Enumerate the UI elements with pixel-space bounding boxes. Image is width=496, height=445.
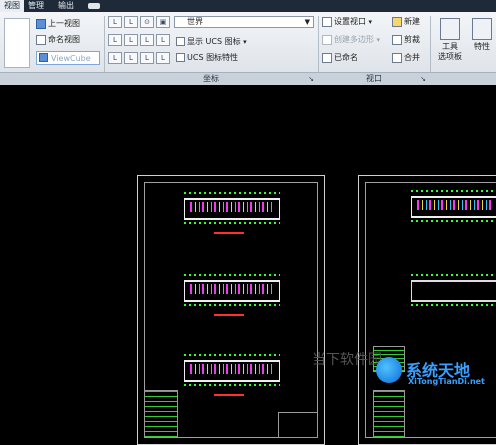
panel-title-view — [0, 72, 104, 85]
ucs-world-icon[interactable]: L — [156, 52, 170, 64]
ghost-watermark: 当下软件园 — [312, 352, 382, 368]
panel-title-viewport: 视口 ↘ — [318, 72, 430, 85]
view-preview — [4, 18, 30, 68]
viewcube-button[interactable]: ViewCube — [36, 51, 100, 65]
clip-button[interactable]: 剪裁 — [392, 34, 420, 45]
divider — [430, 16, 431, 72]
ucs-3p-icon[interactable]: L — [156, 34, 170, 46]
panel-launcher-icon[interactable]: ↘ — [308, 73, 314, 85]
ucs-prev-icon[interactable]: L — [140, 52, 154, 64]
layout-sheet-1[interactable] — [137, 175, 325, 445]
tab-output[interactable]: 输出 — [58, 0, 74, 12]
ucs-combo[interactable]: 世界 ▼ — [174, 16, 314, 28]
ucs-origin-icon[interactable]: ⊙ — [140, 16, 154, 28]
create-polygon-button[interactable]: 创建多边形 ▾ — [322, 34, 380, 46]
ucs-x-icon[interactable]: L — [124, 16, 138, 28]
new-icon — [392, 16, 402, 27]
tool-palette-button[interactable]: 工具 选项板 — [434, 18, 466, 62]
ucs-y-icon[interactable]: L — [124, 34, 138, 46]
ucs-face-icon[interactable]: L — [108, 34, 122, 46]
legend-table — [373, 390, 405, 438]
drawing-canvas[interactable]: 当下软件园 系统天地 XiTongTianDi.net — [0, 85, 496, 445]
ucs-named-icon[interactable]: ▣ — [156, 16, 170, 28]
layout-sheet-2[interactable] — [358, 175, 496, 445]
floor-plan-4 — [411, 190, 496, 234]
merge-icon — [392, 52, 402, 63]
properties-button[interactable]: 特性 — [468, 18, 496, 52]
prev-view-icon — [36, 18, 46, 29]
ucs-object-icon[interactable]: L — [124, 52, 138, 64]
clip-icon — [392, 34, 402, 45]
chevron-down-icon: ▼ — [304, 18, 310, 26]
title-block — [278, 412, 318, 438]
viewcube-icon — [39, 53, 48, 62]
new-viewport-button[interactable]: 新建 — [392, 16, 420, 27]
named-view-button[interactable]: 命名视图 — [36, 34, 80, 45]
chevron-down-icon: ▾ — [368, 18, 373, 26]
setup-viewport-button[interactable]: 设置视口 ▾ — [322, 16, 372, 28]
named-view-icon — [36, 34, 46, 45]
divider — [318, 16, 319, 72]
viewport-icon — [322, 16, 332, 27]
chevron-down-icon: ▾ — [243, 38, 247, 46]
prev-view-button[interactable]: 上一视图 — [36, 18, 80, 29]
ucs-z-icon[interactable]: L — [140, 34, 154, 46]
floor-plan-3 — [184, 354, 280, 398]
named-viewport-icon — [322, 52, 332, 63]
tab-view[interactable]: 视图 — [0, 0, 24, 12]
named-viewport-button[interactable]: 已命名 — [322, 52, 358, 63]
brand-logo-icon — [376, 357, 402, 383]
tool-palette-icon — [440, 18, 460, 40]
floor-plan-5 — [411, 274, 496, 312]
chevron-down-icon: ▾ — [376, 36, 381, 44]
polygon-icon — [322, 34, 332, 45]
properties-icon — [472, 18, 492, 40]
merge-button[interactable]: 合并 — [392, 52, 420, 63]
floor-plan-1 — [184, 192, 280, 236]
ribbon-toggle-icon[interactable] — [88, 3, 100, 9]
floor-plan-2 — [184, 274, 280, 318]
divider — [104, 16, 105, 72]
brand-url: XiTongTianDi.net — [408, 377, 485, 386]
tab-manage[interactable]: 管理 — [28, 0, 44, 12]
panel-title-tools — [430, 72, 496, 85]
show-ucs-icon-button[interactable]: 显示 UCS 图标 ▾ — [176, 36, 247, 48]
menu-bar: 视图 管理 输出 — [0, 0, 496, 12]
panel-launcher-icon[interactable]: ↘ — [420, 73, 426, 85]
ucs-icon[interactable]: L — [108, 16, 122, 28]
ucs-icon-props-button[interactable]: UCS 图标特性 — [176, 52, 238, 63]
ucs-props-icon — [176, 53, 185, 62]
ucs-display-icon — [176, 37, 185, 46]
watermark: 当下软件园 系统天地 XiTongTianDi.net — [306, 352, 496, 389]
ucs-view-icon[interactable]: L — [108, 52, 122, 64]
panel-title-ucs: 坐标 ↘ — [104, 72, 318, 85]
legend-table — [144, 390, 178, 438]
